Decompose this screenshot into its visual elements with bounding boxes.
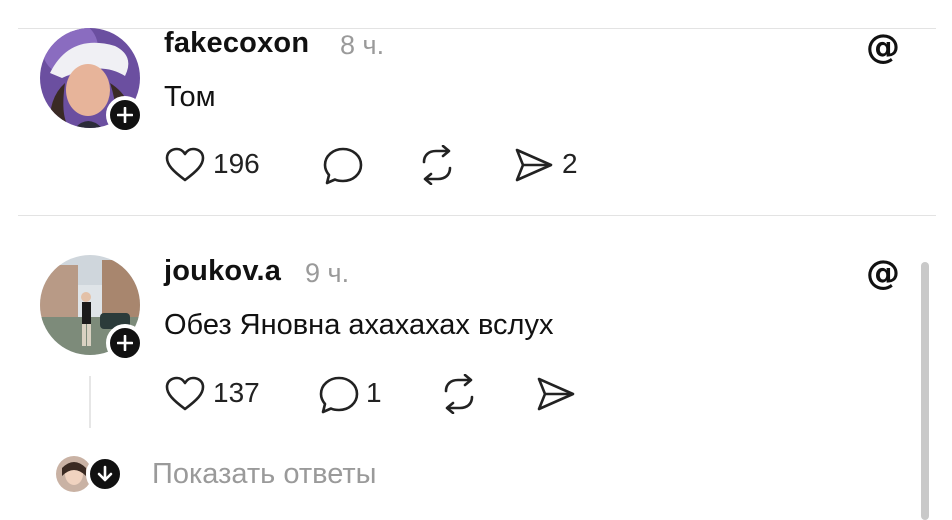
threads-logo-icon[interactable]: @ (866, 256, 900, 290)
reply-thread-line (89, 376, 91, 428)
arrow-down-icon (97, 465, 113, 482)
comment-icon[interactable] (318, 375, 360, 415)
like-count: 137 (213, 377, 260, 408)
post-text: Том (164, 81, 216, 113)
heart-icon[interactable] (165, 376, 205, 412)
reply-arrow-badge (86, 455, 124, 493)
threads-logo-icon[interactable]: @ (866, 30, 900, 64)
post-time: 8 ч. (340, 30, 385, 60)
post-username[interactable]: fakecoxon (164, 27, 309, 60)
follow-button-fakecoxon[interactable] (106, 96, 144, 134)
show-replies-label[interactable]: Показать ответы (152, 458, 376, 491)
scrollbar[interactable] (921, 262, 929, 520)
post-time: 9 ч. (305, 258, 350, 288)
comment-count: 1 (366, 377, 382, 408)
follow-plus-icon (117, 335, 133, 351)
heart-icon[interactable] (165, 147, 205, 183)
comment-icon[interactable] (322, 146, 364, 186)
follow-plus-icon (117, 107, 133, 123)
repost-icon[interactable] (438, 374, 480, 414)
top-divider (18, 28, 936, 29)
repost-icon[interactable] (416, 145, 458, 185)
follow-button-joukov[interactable] (106, 324, 144, 362)
share-count: 2 (562, 148, 578, 179)
post-divider (18, 215, 936, 216)
like-count: 196 (213, 148, 260, 179)
share-icon[interactable] (536, 376, 576, 412)
share-icon[interactable] (514, 147, 554, 183)
post-text: Обез Яновна ахахахах вслух (164, 309, 554, 341)
post-username[interactable]: joukov.a (164, 255, 281, 288)
